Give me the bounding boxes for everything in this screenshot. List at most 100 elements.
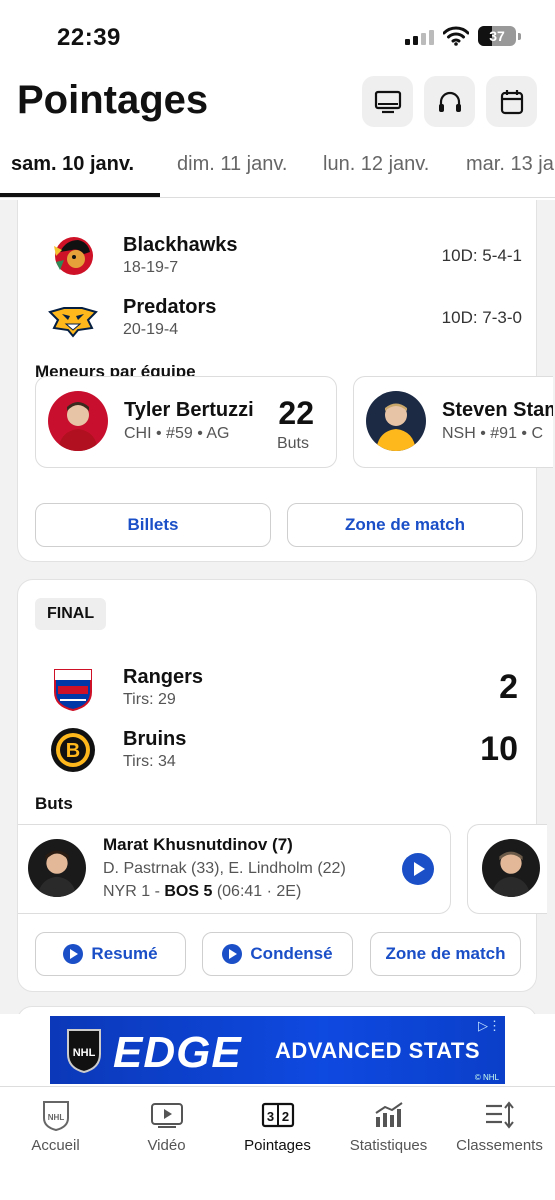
tab-date-sat[interactable]: sam. 10 janv. (11, 153, 134, 176)
recap-label: Resumé (91, 944, 158, 963)
game-card-chi-nsh[interactable]: Blackhawks 18-19-7 10D: 5-4-1 Predators … (17, 200, 553, 562)
battery-icon: 37 (478, 26, 516, 46)
rangers-logo-icon (54, 669, 92, 712)
tab-date-mon[interactable]: lun. 12 janv. (323, 153, 429, 176)
bottom-nav: NHL Accueil Vidéo 32 Pointages Statistiq… (0, 1086, 555, 1200)
team-score: 2 (499, 668, 518, 706)
condensed-label: Condensé (250, 944, 333, 963)
play-icon (63, 944, 84, 964)
battery-level: 37 (489, 28, 505, 44)
ad-banner[interactable]: NHL EDGE ADVANCED STATS ▷⋮ © NHL (50, 1016, 505, 1084)
calendar-button[interactable] (486, 76, 537, 127)
standings-sort-icon (485, 1101, 514, 1129)
play-icon (222, 944, 243, 964)
nav-item-video[interactable]: Vidéo (111, 1099, 222, 1154)
nhl-shield-icon: NHL (67, 1029, 101, 1074)
nav-label: Statistiques (349, 1137, 428, 1154)
team-record: 18-19-7 (123, 259, 179, 276)
video-play-icon (150, 1103, 183, 1128)
player-name: Steven Stamkos (442, 399, 553, 421)
goal-card[interactable]: Marat Khusnutdinov (7) D. Pastrnak (33),… (18, 824, 451, 914)
team-row-blackhawks: Blackhawks 18-19-7 10D: 5-4-1 (18, 232, 538, 282)
svg-text:B: B (66, 740, 80, 762)
team-score: 10 (480, 730, 518, 768)
team-row-predators: Predators 20-19-4 10D: 7-3-0 (18, 294, 538, 344)
game-card-nyr-bos[interactable]: FINAL Rangers Tirs: 29 2 B Bruins Tirs: … (17, 579, 547, 992)
game-zone-button[interactable]: Zone de match (287, 503, 523, 547)
nav-item-scores[interactable]: 32 Pointages (222, 1099, 333, 1154)
headphones-icon (438, 91, 461, 112)
team-row-rangers: Rangers Tirs: 29 2 (18, 664, 538, 714)
tab-date-sun[interactable]: dim. 11 janv. (177, 153, 287, 176)
player-avatar (48, 391, 108, 451)
team-record: 20-19-4 (123, 321, 179, 338)
cellular-signal-icon (405, 30, 434, 45)
goal-assists: D. Pastrnak (33), E. Lindholm (22) (103, 860, 346, 877)
nhl-shield-icon: NHL (42, 1101, 69, 1131)
active-tab-indicator (0, 193, 160, 197)
status-badge: FINAL (35, 598, 107, 630)
nav-item-home[interactable]: NHL Accueil (0, 1099, 111, 1154)
nav-label: Accueil (31, 1137, 80, 1154)
svg-text:2: 2 (281, 1109, 288, 1124)
player-info: NSH • #91 • C (442, 425, 544, 442)
game-zone-button[interactable]: Zone de match (370, 932, 521, 976)
player-avatar (482, 839, 540, 897)
tickets-button[interactable]: Billets (35, 503, 271, 547)
leader-card[interactable]: Steven Stamkos NSH • #91 • C (353, 376, 553, 468)
goal-score-line: NYR 1 - BOS 5 (06:41 · 2E) (103, 883, 301, 901)
goal-score-prefix: NYR 1 - (103, 883, 165, 900)
top-header: 22:39 37 Pointages sam. 10 janv. dim. 11… (0, 0, 555, 200)
tv-icon (374, 90, 401, 113)
team-name: Blackhawks (123, 234, 238, 256)
predators-logo-icon (48, 307, 98, 338)
blackhawks-logo-icon (54, 237, 93, 275)
team-name: Predators (123, 296, 217, 318)
team-shots: Tirs: 29 (123, 691, 176, 708)
date-tabs: sam. 10 janv. dim. 11 janv. lun. 12 janv… (0, 140, 555, 198)
nav-label: Pointages (244, 1137, 311, 1154)
player-avatar (366, 391, 426, 451)
ad-stats-text: ADVANCED STATS (275, 1038, 480, 1063)
svg-text:3: 3 (266, 1109, 273, 1124)
team-name: Bruins (123, 728, 187, 750)
nav-item-stats[interactable]: Statistiques (333, 1099, 444, 1154)
team-row-bruins: B Bruins Tirs: 34 10 (18, 726, 538, 776)
goal-time: (06:41 · 2E) (216, 883, 302, 900)
nav-item-standings[interactable]: Classements (444, 1099, 555, 1154)
leader-card[interactable]: Tyler Bertuzzi CHI • #59 • AG 22 Buts (35, 376, 337, 468)
goal-scorer: Marat Khusnutdinov (7) (103, 835, 293, 854)
tv-button[interactable] (362, 76, 413, 127)
stat-unit: Buts (276, 435, 309, 452)
audio-button[interactable] (424, 76, 475, 127)
battery-tip (518, 33, 521, 40)
page-title: Pointages (17, 78, 209, 122)
nav-label: Vidéo (147, 1137, 186, 1154)
nav-label: Classements (456, 1137, 543, 1154)
team-name: Rangers (123, 666, 204, 688)
goal-card[interactable] (467, 824, 547, 914)
recap-button[interactable]: Resumé (35, 932, 186, 976)
goal-score-bold: BOS 5 (164, 883, 213, 900)
team-shots: Tirs: 34 (123, 753, 176, 770)
stat-value: 22 (278, 395, 314, 431)
svg-text:NHL: NHL (47, 1113, 64, 1122)
team-last10: 10D: 5-4-1 (441, 246, 522, 265)
player-avatar (28, 839, 86, 897)
wifi-icon (443, 26, 469, 46)
ad-copyright: © NHL (474, 1073, 499, 1082)
ad-area: NHL EDGE ADVANCED STATS ▷⋮ © NHL (0, 1014, 555, 1086)
ad-edge-text: EDGE (113, 1028, 242, 1077)
svg-text:NHL: NHL (73, 1047, 96, 1059)
ad-choices-icon[interactable]: ▷⋮ (478, 1018, 501, 1034)
play-goal-icon[interactable] (402, 853, 434, 885)
condensed-button[interactable]: Condensé (202, 932, 353, 976)
status-bar: 22:39 37 (0, 18, 555, 58)
player-name: Tyler Bertuzzi (124, 399, 254, 421)
tab-date-tue[interactable]: mar. 13 janv. (466, 153, 555, 176)
bruins-logo-icon: B (51, 728, 95, 772)
scoreboard-icon: 32 (261, 1102, 294, 1128)
stats-chart-icon (374, 1102, 403, 1127)
status-time: 22:39 (57, 24, 121, 51)
goals-title: Buts (35, 794, 73, 813)
